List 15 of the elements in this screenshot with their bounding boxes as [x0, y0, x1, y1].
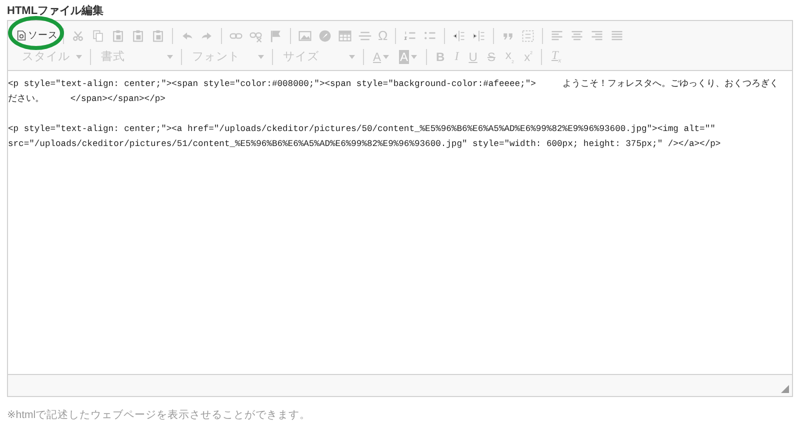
- caret-icon: [167, 54, 173, 58]
- caret-icon: [411, 54, 418, 58]
- code-line: <p style="text-align: center;"><span style="color:#008000;"><span style="background-color:#afeeee;"> ようこそ！フォレスタへ。ごゆっくり、おくつろぎく: [8, 78, 778, 91]
- caret-icon: [349, 54, 355, 58]
- source-button[interactable]: ソース: [16, 26, 59, 46]
- code-line: <p style="text-align: center;"><a href="/uploads/ckeditor/pictures/50/content_%E5%96%B6%E6%A5%AD%E6%99%82%E9%96%93600.jpg"><img alt="": [8, 123, 716, 136]
- section-title: HTMLファイル編集: [7, 4, 105, 16]
- document-icon: [17, 30, 26, 41]
- caret-icon: [383, 54, 390, 58]
- code-line: src="/uploads/ckeditor/pictures/51/content_%E5%96%B6%E6%A5%AD%E6%99%82%E9%96%93600.jpg" style="width: 600px; height: 375px;" /></a></p>: [8, 138, 721, 151]
- help-note: ※htmlで記述したウェブページを表示させることができます。: [7, 408, 311, 422]
- resize-handle-icon[interactable]: [781, 385, 789, 393]
- caret-icon: [258, 54, 264, 58]
- caret-icon: [76, 54, 82, 58]
- code-line: ださい。 </span></span></p>: [8, 93, 166, 106]
